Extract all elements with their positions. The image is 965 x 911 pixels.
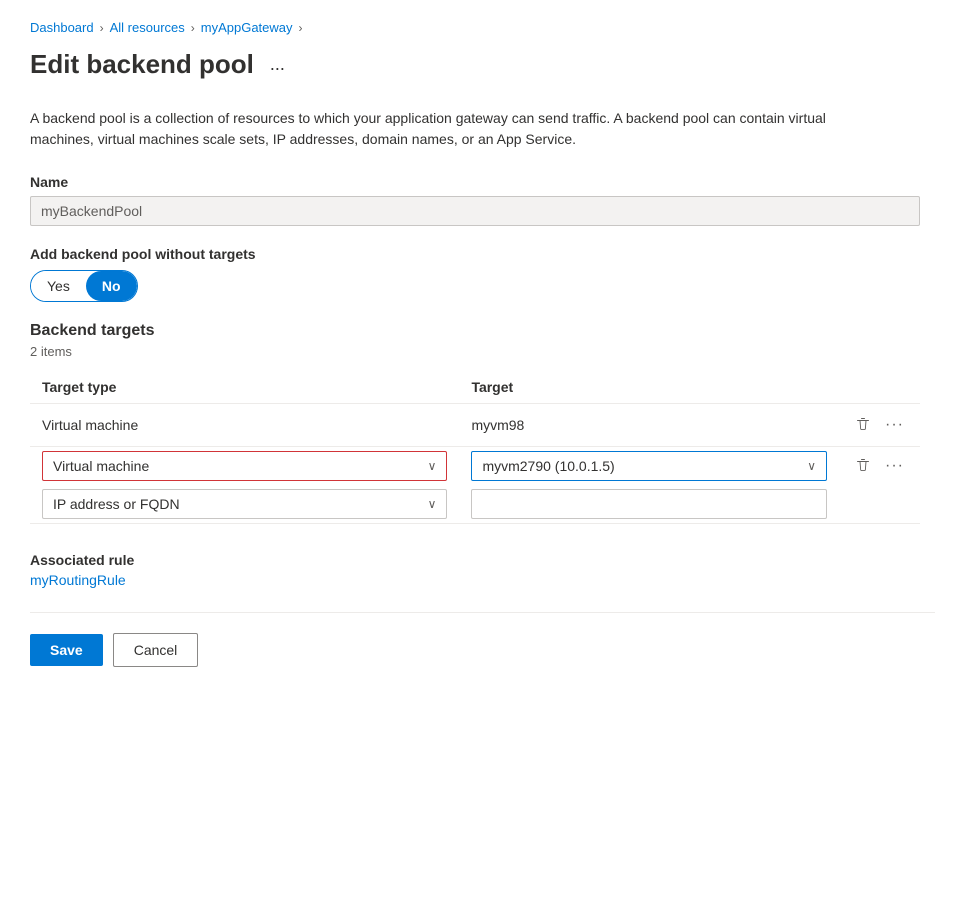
new-row-type-cell: IP address or FQDN ∨ [30, 485, 459, 524]
chevron-down-icon: ∨ [807, 459, 816, 473]
name-input[interactable] [30, 196, 920, 226]
static-row-target: myvm98 [459, 404, 839, 447]
more-static-row-button[interactable]: ··· [881, 412, 908, 438]
breadcrumb-all-resources[interactable]: All resources [110, 20, 185, 35]
items-count: 2 items [30, 344, 935, 359]
backend-targets-title: Backend targets [30, 322, 935, 340]
chevron-down-icon: ∨ [428, 459, 437, 473]
cancel-button[interactable]: Cancel [113, 633, 199, 667]
page-description: A backend pool is a collection of resour… [30, 108, 850, 150]
chevron-down-icon: ∨ [428, 497, 437, 511]
table-header-row: Target type Target [30, 371, 920, 404]
new-row-type-value: IP address or FQDN [53, 496, 180, 512]
active-row-target-dropdown[interactable]: myvm2790 (10.0.1.5) ∨ [471, 451, 827, 481]
toggle-yes[interactable]: Yes [31, 271, 86, 301]
breadcrumb-sep-2: › [191, 21, 195, 35]
col-header-type: Target type [30, 371, 459, 404]
page-title: Edit backend pool [30, 49, 254, 80]
associated-rule-section: Associated rule myRoutingRule [30, 552, 935, 588]
trash-icon [855, 458, 871, 474]
table-row: Virtual machine myvm98 ··· [30, 404, 920, 447]
delete-static-row-button[interactable] [851, 413, 875, 437]
new-row-type-dropdown[interactable]: IP address or FQDN ∨ [42, 489, 447, 519]
static-row-type: Virtual machine [30, 404, 459, 447]
active-row-target-value: myvm2790 (10.0.1.5) [482, 458, 614, 474]
table-row: IP address or FQDN ∨ [30, 485, 920, 524]
footer-actions: Save Cancel [30, 633, 935, 667]
more-active-row-button[interactable]: ··· [881, 453, 908, 479]
action-icons-active: ··· [851, 453, 908, 479]
associated-rule-link[interactable]: myRoutingRule [30, 572, 126, 588]
toggle-no[interactable]: No [86, 271, 137, 301]
new-row-target-input[interactable] [471, 489, 827, 519]
trash-icon [855, 417, 871, 433]
col-header-target: Target [459, 371, 839, 404]
name-label: Name [30, 174, 935, 190]
breadcrumb-dashboard[interactable]: Dashboard [30, 20, 94, 35]
toggle-label: Add backend pool without targets [30, 246, 935, 262]
col-header-actions [839, 371, 920, 404]
active-row-type-dropdown[interactable]: Virtual machine ∨ [42, 451, 447, 481]
active-row-actions: ··· [839, 447, 920, 486]
backend-targets-section: Backend targets 2 items Target type Targ… [30, 322, 935, 524]
breadcrumb-sep-1: › [100, 21, 104, 35]
footer-divider [30, 612, 935, 613]
new-row-actions [839, 485, 920, 524]
associated-rule-label: Associated rule [30, 552, 935, 568]
new-row-target-cell [459, 485, 839, 524]
breadcrumb-sep-3: › [299, 21, 303, 35]
name-field-section: Name [30, 174, 935, 226]
toggle-control[interactable]: Yes No [30, 270, 138, 302]
static-row-actions: ··· [839, 404, 920, 447]
more-icon: ··· [885, 457, 904, 475]
active-row-type-cell: Virtual machine ∨ [30, 447, 459, 486]
breadcrumb-app-gateway[interactable]: myAppGateway [201, 20, 293, 35]
ellipsis-button[interactable]: ... [264, 52, 291, 77]
targets-table: Target type Target Virtual machine myvm9… [30, 371, 920, 524]
more-icon: ··· [885, 416, 904, 434]
page-title-container: Edit backend pool ... [30, 49, 935, 80]
toggle-section: Add backend pool without targets Yes No [30, 246, 935, 302]
active-row-target-cell: myvm2790 (10.0.1.5) ∨ [459, 447, 839, 486]
active-row-type-value: Virtual machine [53, 458, 149, 474]
action-icons-static: ··· [851, 412, 908, 438]
table-row: Virtual machine ∨ myvm2790 (10.0.1.5) ∨ [30, 447, 920, 486]
breadcrumb: Dashboard › All resources › myAppGateway… [30, 20, 935, 35]
save-button[interactable]: Save [30, 634, 103, 666]
delete-active-row-button[interactable] [851, 454, 875, 478]
